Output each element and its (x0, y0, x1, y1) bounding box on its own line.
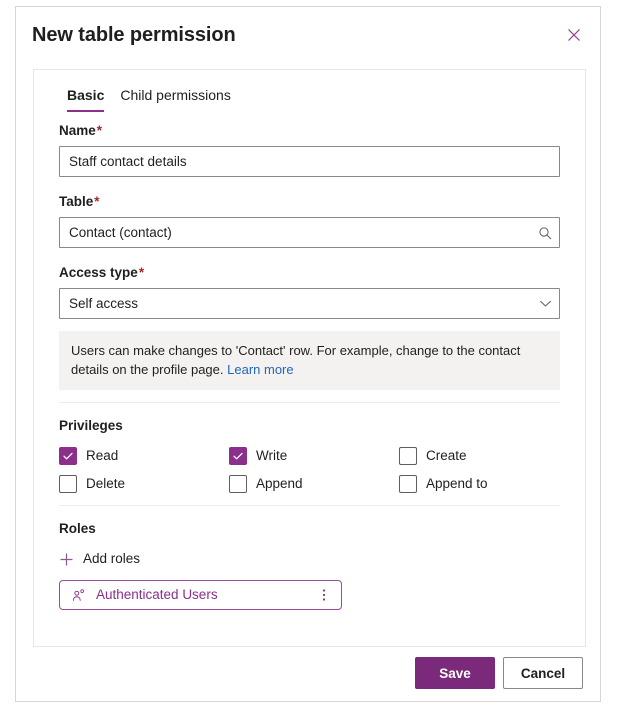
access-type-select[interactable] (59, 288, 560, 319)
checkbox-write[interactable] (229, 447, 247, 465)
learn-more-link[interactable]: Learn more (227, 362, 293, 377)
table-label-text: Table (59, 194, 94, 209)
name-input[interactable] (59, 146, 560, 177)
checkbox-create[interactable] (399, 447, 417, 465)
role-chip-label: Authenticated Users (96, 587, 218, 602)
privilege-append-to[interactable]: Append to (399, 475, 569, 493)
privilege-delete-label: Delete (86, 476, 126, 491)
roles-title: Roles (59, 521, 96, 536)
name-required-marker: * (96, 123, 103, 138)
privilege-read-label: Read (86, 448, 119, 463)
name-field-group: Name* (59, 122, 560, 177)
more-vertical-glyph (322, 589, 326, 601)
cancel-button[interactable]: Cancel (503, 657, 583, 689)
name-label-text: Name (59, 123, 96, 138)
chevron-down-icon[interactable] (539, 288, 552, 319)
table-input[interactable] (59, 217, 560, 248)
divider-privileges (59, 402, 560, 403)
name-input-wrap (59, 146, 560, 177)
access-type-info-text: Users can make changes to 'Contact' row.… (71, 343, 521, 377)
access-type-label: Access type* (59, 264, 560, 282)
checkbox-delete[interactable] (59, 475, 77, 493)
privilege-create-label: Create (426, 448, 467, 463)
check-icon (63, 452, 73, 460)
save-button[interactable]: Save (415, 657, 495, 689)
checkbox-append[interactable] (229, 475, 247, 493)
table-label: Table* (59, 193, 560, 211)
privilege-delete[interactable]: Delete (59, 475, 229, 493)
privilege-append-label: Append (256, 476, 303, 491)
search-icon[interactable] (538, 217, 552, 248)
privilege-write-label: Write (256, 448, 288, 463)
dialog-header: New table permission (16, 7, 600, 63)
plus-icon (59, 552, 74, 567)
name-label: Name* (59, 122, 560, 140)
table-required-marker: * (94, 194, 100, 209)
permission-form-card: Basic Child permissions Name* Table* (33, 69, 586, 647)
privilege-write[interactable]: Write (229, 447, 399, 465)
access-type-select-wrap (59, 288, 560, 319)
tab-basic[interactable]: Basic (59, 87, 112, 112)
table-field-group: Table* (59, 193, 560, 248)
tab-list: Basic Child permissions (34, 70, 585, 112)
add-roles-button[interactable]: Add roles (59, 550, 140, 568)
add-roles-label: Add roles (83, 551, 141, 566)
table-input-wrap (59, 217, 560, 248)
access-type-label-text: Access type (59, 265, 138, 280)
role-chip-authenticated-users[interactable]: Authenticated Users (59, 580, 342, 610)
checkbox-append-to[interactable] (399, 475, 417, 493)
person-role-icon (71, 588, 86, 603)
check-icon (233, 452, 243, 460)
privilege-create[interactable]: Create (399, 447, 569, 465)
chevron-down-glyph (540, 300, 551, 307)
privilege-append-to-label: Append to (426, 476, 488, 491)
privilege-append[interactable]: Append (229, 475, 399, 493)
more-vertical-icon[interactable] (316, 583, 332, 607)
close-glyph (568, 29, 580, 41)
form-body: Name* Table* (34, 112, 585, 610)
plus-glyph (60, 553, 73, 565)
access-type-field-group: Access type* (59, 264, 560, 319)
privileges-grid: Read Write Create Delete Append Append t… (59, 447, 560, 493)
close-icon[interactable] (558, 19, 590, 51)
person-role-glyph (72, 588, 84, 601)
tab-child-permissions[interactable]: Child permissions (112, 87, 238, 112)
access-type-info-box: Users can make changes to 'Contact' row.… (59, 331, 560, 390)
privilege-read[interactable]: Read (59, 447, 229, 465)
page-title: New table permission (32, 24, 236, 46)
divider-roles (59, 505, 560, 506)
dialog-footer: Save Cancel (16, 645, 600, 701)
privileges-title: Privileges (59, 418, 123, 433)
search-glyph (539, 226, 552, 239)
checkbox-read[interactable] (59, 447, 77, 465)
new-table-permission-dialog: New table permission Basic Child permiss… (15, 6, 601, 702)
access-type-required-marker: * (138, 265, 145, 280)
